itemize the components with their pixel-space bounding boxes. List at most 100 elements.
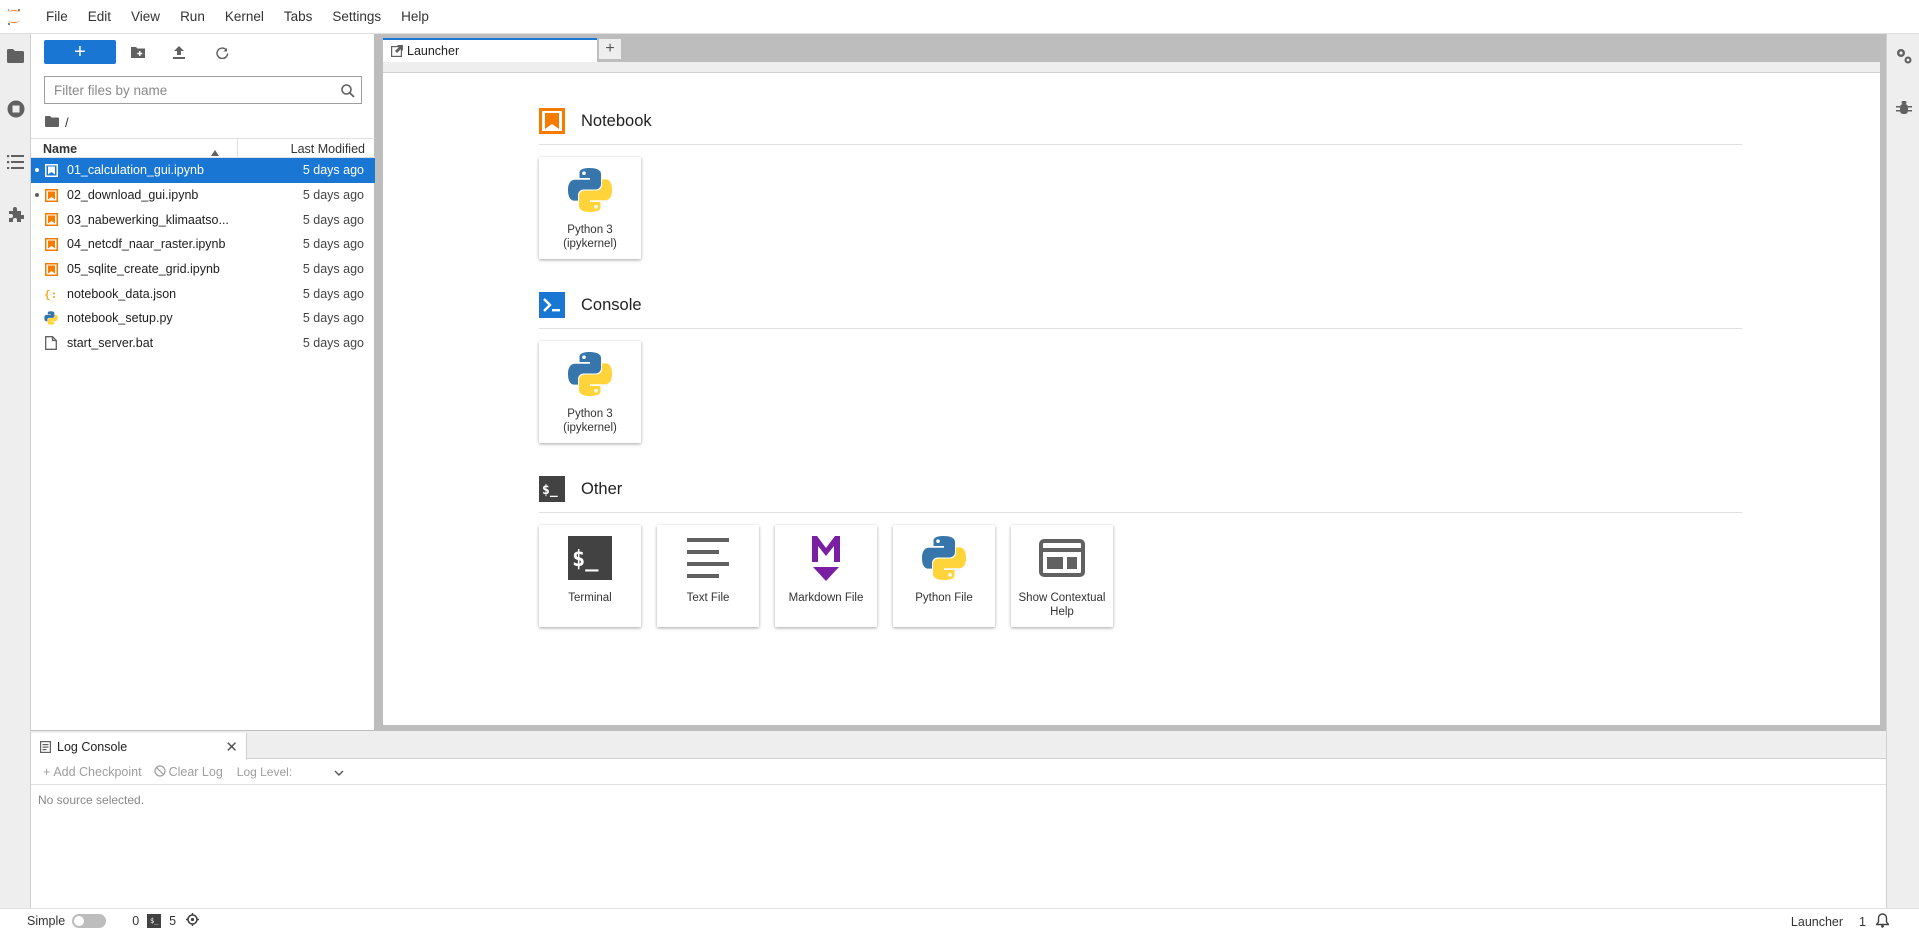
card-label: Python File	[915, 592, 973, 604]
launcher-card-terminal[interactable]: $_ Terminal	[539, 525, 641, 627]
log-level-label: Log Level:	[236, 765, 293, 779]
toc-icon[interactable]	[0, 142, 31, 182]
notebook-file-icon	[44, 262, 58, 276]
launcher-tab-icon	[391, 45, 403, 57]
new-launcher-button[interactable]: +	[44, 40, 116, 64]
notification-count[interactable]: 1	[1859, 915, 1866, 929]
running-terminals-count[interactable]: 5	[169, 914, 176, 928]
python-icon	[565, 165, 615, 215]
log-console-toolbar: + Add Checkpoint Clear Log Log Level:	[31, 760, 1886, 785]
file-list: 01_calculation_gui.ipynb 5 days ago 02_dow…	[31, 158, 375, 356]
breadcrumb-root[interactable]: /	[65, 115, 69, 130]
refresh-icon[interactable]	[208, 40, 236, 64]
add-checkpoint-button[interactable]: + Add Checkpoint	[43, 765, 142, 779]
menu-tabs[interactable]: Tabs	[274, 0, 323, 34]
running-kernels-count[interactable]: 0	[132, 914, 139, 928]
property-inspector-icon[interactable]	[1887, 36, 1919, 76]
file-name: start_server.bat	[67, 336, 154, 351]
terminal-icon: $_	[565, 533, 615, 583]
launcher-card-contextual-help[interactable]: Show Contextual Help	[1011, 525, 1113, 627]
tab-log-console-label: Log Console	[57, 739, 128, 754]
column-divider[interactable]	[237, 139, 238, 158]
file-row[interactable]: 02_download_gui.ipynb 5 days ago	[31, 183, 375, 208]
file-row[interactable]: 04_netcdf_naar_raster.ipynb 5 days ago	[31, 232, 375, 257]
log-console-icon	[40, 740, 51, 753]
folder-icon[interactable]	[0, 36, 31, 76]
notebook-file-icon	[44, 237, 58, 251]
new-folder-icon[interactable]	[124, 40, 152, 64]
column-header-last-modified[interactable]: Last Modified	[291, 142, 365, 156]
svg-text:$_: $_	[572, 547, 599, 572]
file-row[interactable]: notebook_setup.py 5 days ago	[31, 306, 375, 331]
current-activity-label: Launcher	[1790, 914, 1844, 929]
launcher-body: Notebook Python 3 (ipykernel) Console Py…	[383, 72, 1880, 725]
clear-icon	[153, 764, 166, 780]
debugger-icon[interactable]	[1887, 88, 1919, 128]
chevron-down-icon	[334, 765, 344, 779]
console-icon	[539, 292, 565, 318]
launcher-card-notebook-python3[interactable]: Python 3 (ipykernel)	[539, 157, 641, 259]
file-list-header: Name Last Modified	[31, 138, 375, 158]
text-file-icon	[683, 533, 733, 583]
sort-ascending-icon	[211, 144, 219, 159]
breadcrumb: /	[45, 114, 69, 130]
bell-icon[interactable]	[1875, 912, 1890, 931]
jupyter-logo-icon[interactable]	[2, 0, 26, 34]
log-console-panel: Log Console ✕ + Add Checkpoint Clear Log…	[31, 730, 1886, 908]
kernel-status-gear-icon[interactable]	[186, 913, 200, 929]
file-name: 04_netcdf_naar_raster.ipynb	[67, 237, 226, 252]
status-bar: Simple 0 $_ 5 Launcher 1	[0, 908, 1919, 933]
file-row[interactable]: start_server.bat 5 days ago	[31, 331, 375, 356]
notebook-file-icon	[44, 188, 58, 202]
file-name: 05_sqlite_create_grid.ipynb	[67, 262, 220, 277]
simple-mode-toggle[interactable]	[72, 914, 107, 928]
section-divider	[539, 512, 1742, 513]
column-header-name[interactable]: Name	[43, 142, 77, 156]
running-icon[interactable]	[0, 89, 31, 129]
upload-icon[interactable]	[165, 40, 193, 64]
file-last-modified: 5 days ago	[302, 286, 364, 301]
tab-launcher[interactable]: Launcher	[383, 38, 597, 62]
card-label: Python 3 (ipykernel)	[563, 224, 617, 250]
launcher-card-text-file[interactable]: Text File	[657, 525, 759, 627]
section-console: Console Python 3 (ipykernel)	[539, 291, 1742, 443]
python-icon	[565, 349, 615, 399]
menu-run[interactable]: Run	[170, 0, 215, 34]
launcher-panel: Notebook Python 3 (ipykernel) Console Py…	[383, 62, 1880, 725]
section-title: Other	[581, 479, 623, 498]
menu-view[interactable]: View	[121, 0, 170, 34]
launcher-card-python-file[interactable]: Python File	[893, 525, 995, 627]
file-last-modified: 5 days ago	[302, 212, 364, 227]
terminal-status-icon[interactable]: $_	[147, 914, 162, 928]
extension-icon[interactable]	[0, 194, 31, 234]
file-browser-toolbar: +	[31, 34, 375, 68]
launcher-card-console-python3[interactable]: Python 3 (ipykernel)	[539, 341, 641, 443]
menu-settings[interactable]: Settings	[322, 0, 391, 34]
menu-file[interactable]: File	[36, 0, 78, 34]
section-divider	[539, 144, 1742, 145]
file-last-modified: 5 days ago	[302, 237, 364, 252]
add-tab-button[interactable]: +	[598, 38, 622, 60]
menu-kernel[interactable]: Kernel	[215, 0, 274, 34]
filter-files-field[interactable]	[44, 76, 362, 104]
tab-log-console[interactable]: Log Console ✕	[31, 733, 247, 760]
log-level-select[interactable]	[296, 764, 344, 780]
running-indicator	[35, 168, 39, 173]
file-row[interactable]: 05_sqlite_create_grid.ipynb 5 days ago	[31, 257, 375, 282]
generic-file-icon	[44, 336, 58, 351]
notebook-icon	[539, 108, 565, 134]
file-row[interactable]: 03_nabewerking_klimaatso... 5 days ago	[31, 207, 375, 232]
menu-edit[interactable]: Edit	[78, 0, 121, 34]
filter-files-input[interactable]	[45, 77, 335, 103]
card-label: Text File	[686, 592, 730, 604]
file-row[interactable]: {:} notebook_data.json 5 days ago	[31, 281, 375, 306]
breadcrumb-home-folder-icon[interactable]	[45, 115, 59, 130]
close-icon[interactable]: ✕	[225, 738, 238, 756]
svg-text:$_: $_	[542, 483, 558, 498]
clear-log-button[interactable]: Clear Log	[153, 764, 223, 780]
menu-help[interactable]: Help	[391, 0, 439, 34]
log-console-tab-bar: Log Console ✕	[31, 731, 1886, 760]
file-row[interactable]: 01_calculation_gui.ipynb 5 days ago	[31, 158, 375, 183]
log-console-message: No source selected.	[38, 793, 145, 807]
launcher-card-markdown-file[interactable]: Markdown File	[775, 525, 877, 627]
